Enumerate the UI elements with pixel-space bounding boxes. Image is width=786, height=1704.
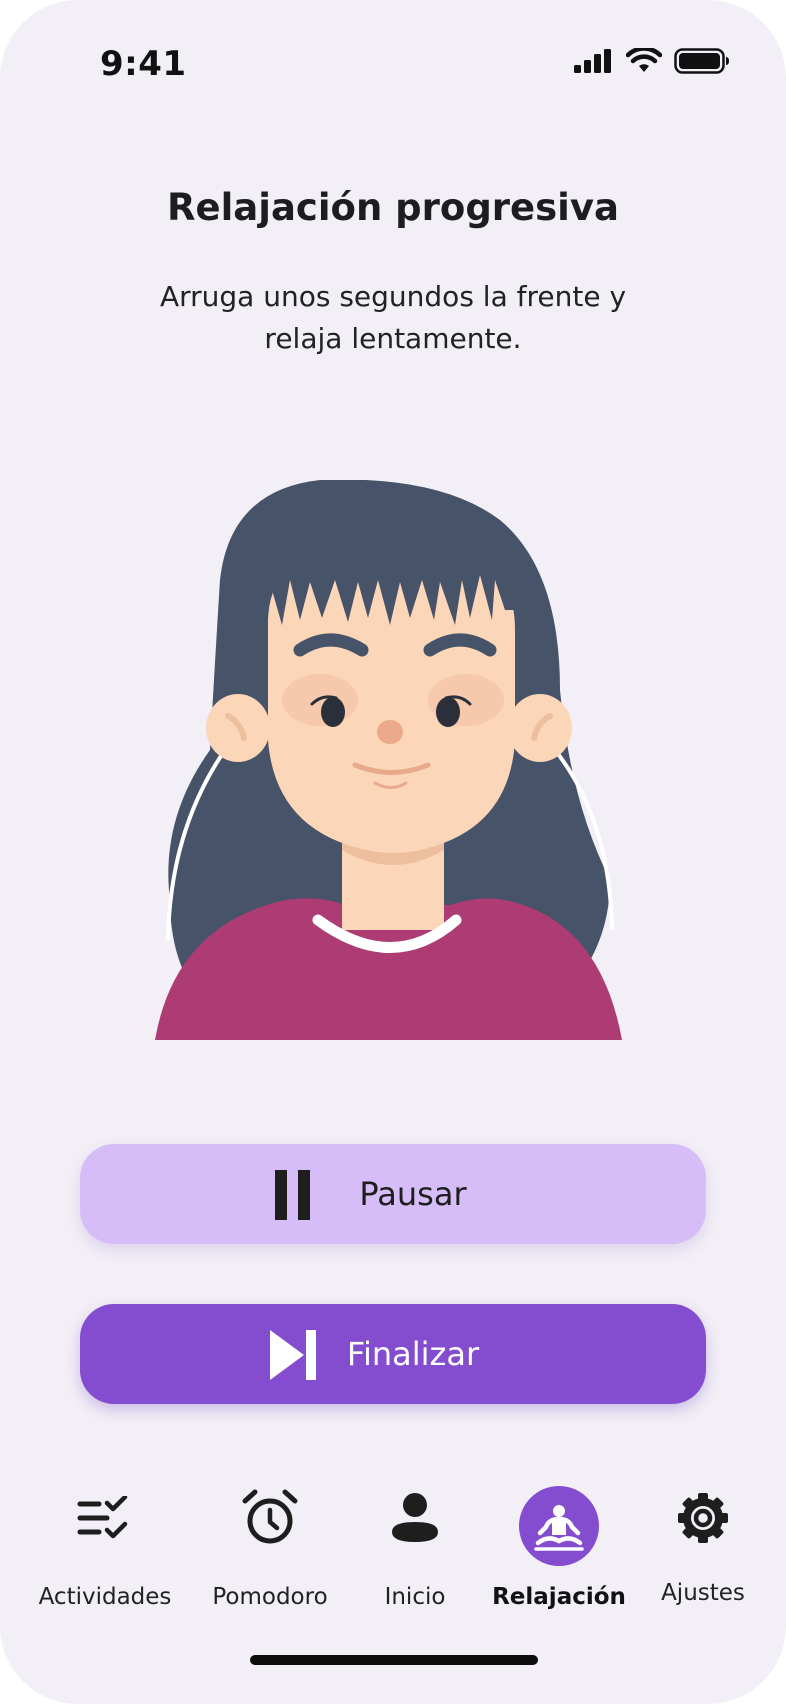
gear-icon: [673, 1488, 733, 1548]
status-icons: [574, 48, 730, 74]
instruction-text: Arruga unos segundos la frente y relaja …: [159, 280, 627, 355]
finish-button-label: Finalizar: [346, 1335, 480, 1373]
tab-ajustes[interactable]: Ajustes: [628, 1488, 778, 1608]
tab-actividades[interactable]: Actividades: [30, 1488, 180, 1610]
battery-icon: [674, 48, 729, 74]
pause-button-label: Pausar: [359, 1175, 467, 1213]
app-screen: 9:41 Relajación progresiva Arruga unos s…: [0, 0, 786, 1704]
meditation-icon: [529, 1498, 589, 1558]
page-title: Relajación progresiva: [167, 186, 619, 229]
tab-actividades-label: Actividades: [38, 1584, 172, 1610]
home-indicator: [250, 1655, 538, 1665]
woman-face-illustration: [155, 480, 622, 1040]
checklist-icon: [75, 1488, 135, 1548]
signal-icon: [574, 49, 611, 73]
tab-ajustes-label: Ajustes: [661, 1580, 745, 1606]
alarm-clock-icon: [240, 1488, 300, 1548]
pause-button[interactable]: Pausar: [80, 1144, 706, 1244]
person-icon: [385, 1488, 445, 1548]
wifi-icon: [626, 48, 662, 72]
status-time: 9:41: [100, 44, 187, 84]
finish-button[interactable]: Finalizar: [80, 1304, 706, 1404]
